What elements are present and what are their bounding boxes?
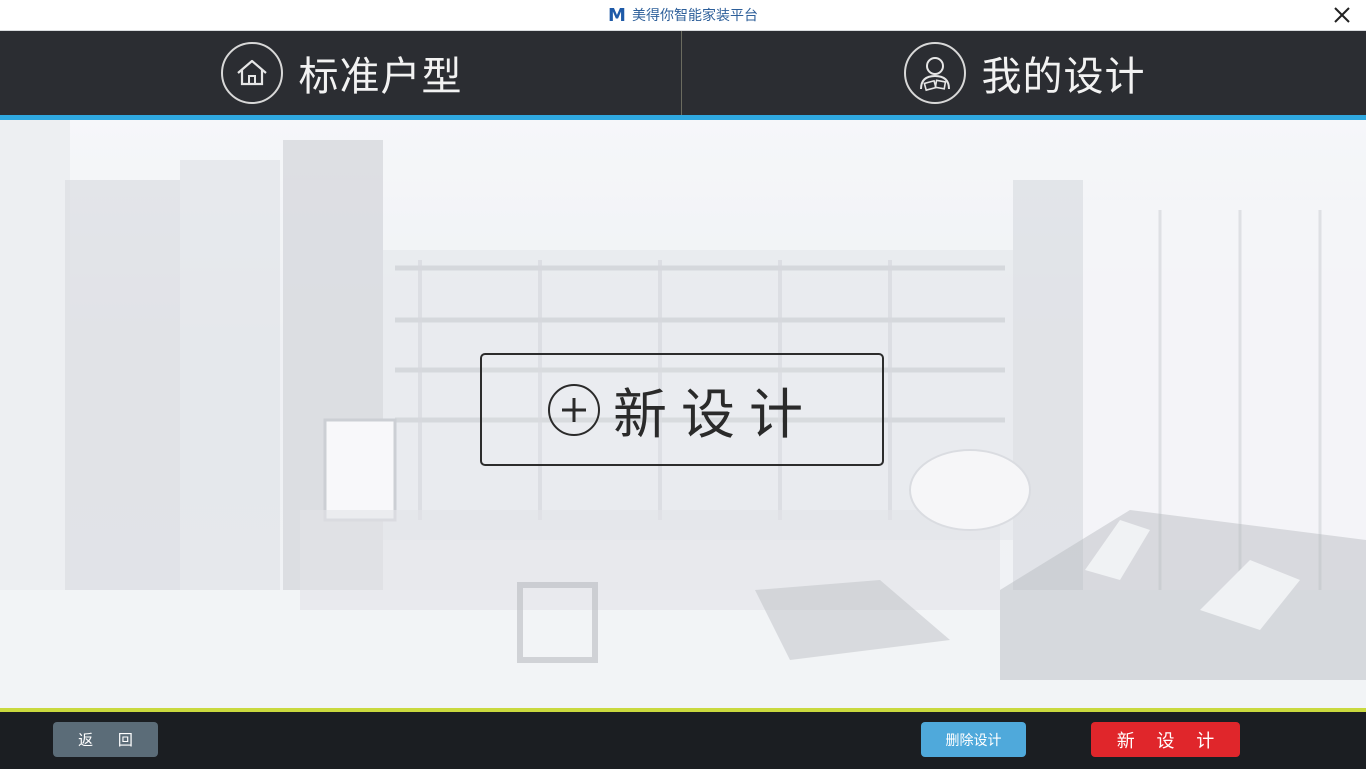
- tab-label-my-designs: 我的设计: [981, 54, 1146, 100]
- user-profile-icon: [903, 42, 966, 104]
- bottom-toolbar: 返 回 删除设计 新 设 计: [0, 712, 1366, 769]
- plus-circle-icon: [548, 383, 600, 436]
- app-logo: M: [608, 4, 626, 26]
- house-icon: [220, 42, 283, 104]
- new-design-button[interactable]: 新 设 计: [1091, 722, 1240, 757]
- app-title: 美得你智能家装平台: [631, 8, 758, 24]
- close-icon[interactable]: [1332, 5, 1352, 25]
- tab-my-designs[interactable]: 我的设计: [683, 31, 1366, 115]
- main-tabs: 标准户型 我的设计: [0, 31, 1366, 115]
- title-bar: M 美得你智能家装平台: [0, 0, 1366, 31]
- tab-divider: [681, 31, 682, 119]
- tab-label-standard-floorplan: 标准户型: [298, 54, 463, 100]
- new-design-card-label: 新设计: [613, 383, 817, 446]
- new-design-card[interactable]: 新设计: [480, 353, 884, 466]
- app-brand: M 美得你智能家装平台: [608, 5, 758, 26]
- room-background-image: 新设计: [0, 120, 1366, 708]
- tab-standard-floorplan[interactable]: 标准户型: [0, 31, 683, 115]
- delete-design-button[interactable]: 删除设计: [921, 722, 1026, 757]
- back-button[interactable]: 返 回: [53, 722, 158, 757]
